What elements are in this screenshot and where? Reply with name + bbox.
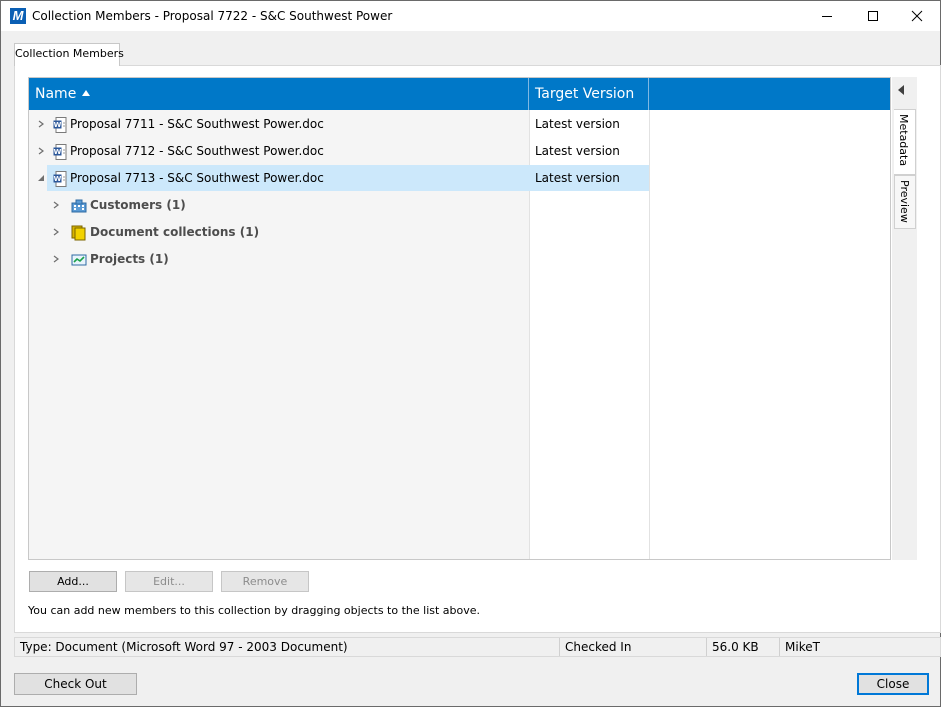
column-header-target-version[interactable]: Target Version [529,78,649,110]
drag-hint-text: You can add new members to this collecti… [28,604,481,617]
list-header: Name Target Version [29,78,890,110]
row-target-version: Latest version [535,144,620,158]
dialog-window: M Collection Members - Proposal 7722 - S… [0,0,941,707]
row-name-cell: W Proposal 7713 - S&C Southwest Power.doc [47,165,529,191]
expand-arrow[interactable] [34,111,48,137]
list-item[interactable]: W Proposal 7711 - S&C Southwest Power.doc… [29,111,890,137]
close-button[interactable]: Close [857,673,929,695]
add-button[interactable]: Add... [29,571,117,592]
column-header-name[interactable]: Name [29,78,529,110]
row-name-cell: W Proposal 7712 - S&C Southwest Power.doc [51,138,529,164]
chevron-right-icon [53,228,59,236]
status-type: Type: Document (Microsoft Word 97 - 2003… [15,638,560,656]
column-header-name-label: Name [35,86,77,102]
edit-button[interactable]: Edit... [125,571,213,592]
maximize-button[interactable] [850,1,896,31]
status-user: MikeT [785,640,820,654]
expand-arrow[interactable] [49,246,63,272]
remove-button[interactable]: Remove [221,571,309,592]
child-name-cell: Document collections (1) [69,219,529,245]
list-item-child[interactable]: Projects (1) [29,246,890,272]
app-logo-icon: M [10,8,26,24]
side-panel: Metadata Preview [892,77,917,560]
child-label: Document collections (1) [90,225,260,239]
close-window-button[interactable] [894,1,940,31]
row-target-version: Latest version [535,117,620,131]
status-checkin-state: Checked In [560,638,707,656]
child-label: Projects (1) [90,252,169,266]
svg-text:W: W [54,175,62,183]
chevron-right-icon [53,255,59,263]
row-target-version: Latest version [529,165,649,191]
expand-arrow[interactable] [34,138,48,164]
minimize-icon [822,16,832,17]
tab-metadata[interactable]: Metadata [894,109,916,175]
child-label: Customers (1) [90,198,186,212]
word-document-icon: W [53,143,67,160]
list-item-child[interactable]: Document collections (1) [29,219,890,245]
column-header-empty [649,78,890,110]
members-list[interactable]: Name Target Version W Proposal 7711 - S&C… [28,77,891,560]
word-document-icon: W [53,116,67,133]
list-item-child[interactable]: Customers (1) [29,192,890,218]
list-item[interactable]: W Proposal 7712 - S&C Southwest Power.doc… [29,138,890,164]
tab-preview-label: Preview [898,180,911,223]
column-header-target-label: Target Version [535,86,635,102]
expand-arrow[interactable] [49,219,63,245]
tab-collection-members[interactable]: Collection Members [14,43,124,66]
row-name-text: Proposal 7712 - S&C Southwest Power.doc [70,144,324,158]
chevron-right-icon [38,120,44,128]
title-bar[interactable]: M Collection Members - Proposal 7722 - S… [1,1,940,31]
sort-ascending-icon [82,90,91,96]
maximize-icon [868,11,878,21]
child-name-cell: Projects (1) [69,246,529,272]
collapse-arrow[interactable] [34,165,48,191]
tab-metadata-label: Metadata [897,114,910,167]
minimize-button[interactable] [804,1,850,31]
chevron-right-icon [53,201,59,209]
row-name-cell: W Proposal 7711 - S&C Southwest Power.doc [51,111,529,137]
tab-preview[interactable]: Preview [894,175,916,229]
row-name-text: Proposal 7713 - S&C Southwest Power.doc [70,171,324,185]
collapse-panel-icon[interactable] [898,85,904,95]
child-name-cell: Customers (1) [69,192,529,218]
window-title: Collection Members - Proposal 7722 - S&C… [32,9,393,23]
chevron-down-icon [38,175,44,181]
row-name-text: Proposal 7711 - S&C Southwest Power.doc [70,117,324,131]
customers-icon [71,199,87,212]
word-document-icon: W [53,170,67,187]
svg-text:W: W [54,121,62,129]
document-collections-icon [71,225,86,240]
check-out-button[interactable]: Check Out [14,673,137,695]
status-file-size: 56.0 KB [707,638,780,656]
close-icon [911,10,923,22]
list-item-selected[interactable]: W Proposal 7713 - S&C Southwest Power.doc… [29,165,890,191]
chevron-right-icon [38,147,44,155]
status-bar: Type: Document (Microsoft Word 97 - 2003… [14,637,941,657]
projects-icon [71,254,87,265]
svg-text:W: W [54,148,62,156]
expand-arrow[interactable] [49,192,63,218]
